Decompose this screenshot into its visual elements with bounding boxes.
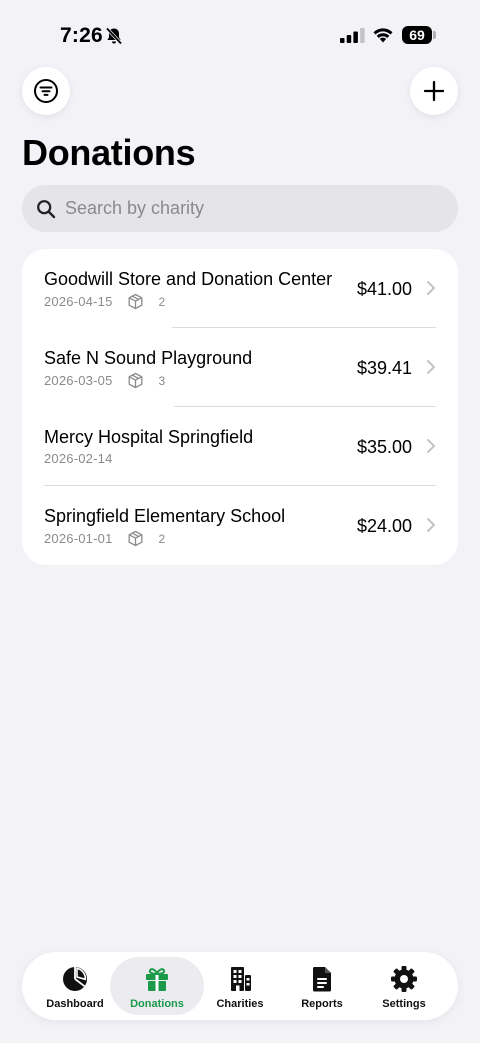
tab-settings[interactable]: Settings [357, 957, 451, 1015]
donation-meta: 2026-01-01 2 [44, 530, 165, 547]
donation-date: 2026-03-05 [44, 373, 113, 388]
bell-slash-icon [105, 27, 123, 45]
box-icon [128, 530, 142, 547]
donation-amount: $39.41 [356, 358, 412, 378]
donation-date: 2026-04-15 [44, 294, 113, 309]
donation-row[interactable]: Safe N Sound Playground 2026-03-05 3 $39… [22, 328, 458, 407]
filter-button[interactable] [22, 67, 70, 115]
tab-donations[interactable]: Donations [110, 957, 204, 1015]
tab-dashboard[interactable]: Dashboard [28, 957, 122, 1015]
battery-nub [433, 31, 436, 39]
donation-amount: $35.00 [356, 437, 412, 457]
box-icon [128, 293, 142, 310]
search-bar[interactable] [22, 185, 458, 232]
donation-row[interactable]: Mercy Hospital Springfield 2026-02-14 $3… [22, 407, 458, 486]
donation-date: 2026-01-01 [44, 531, 113, 546]
page-title: Donations [22, 132, 196, 173]
chevron-right-icon [427, 281, 435, 295]
wifi-icon [373, 28, 393, 43]
item-count: 2 [158, 531, 166, 546]
tab-label: Reports [301, 998, 343, 1010]
charity-name: Springfield Elementary School [44, 506, 286, 526]
tab-reports[interactable]: Reports [275, 957, 369, 1015]
donation-date: 2026-02-14 [44, 451, 113, 466]
donation-amount: $24.00 [356, 516, 412, 536]
donation-meta: 2026-02-14 [44, 451, 113, 466]
battery-level: 69 [409, 27, 425, 43]
donation-amount: $41.00 [356, 279, 412, 299]
donation-row[interactable]: Goodwill Store and Donation Center 2026-… [22, 249, 458, 328]
chevron-right-icon [427, 360, 435, 374]
gear-icon [391, 966, 417, 992]
search-icon [37, 199, 56, 218]
battery-indicator: 69 [402, 26, 432, 44]
box-icon [128, 372, 142, 389]
pie-chart-icon [63, 967, 87, 991]
plus-icon [423, 80, 445, 102]
status-bar: 7:26 69 [0, 0, 480, 70]
donation-meta: 2026-04-15 2 [44, 293, 165, 310]
charity-name: Goodwill Store and Donation Center [44, 269, 333, 289]
donation-row[interactable]: Springfield Elementary School 2026-01-01… [22, 486, 458, 565]
building-icon [231, 967, 251, 991]
donation-meta: 2026-03-05 3 [44, 372, 165, 389]
document-icon [312, 967, 331, 992]
donations-screen: 7:26 69 Donations Search by charity Good… [0, 0, 480, 1043]
chevron-right-icon [427, 439, 435, 453]
tab-label: Dashboard [46, 998, 104, 1010]
tab-label: Charities [216, 998, 264, 1010]
item-count: 3 [158, 373, 166, 388]
charity-name: Safe N Sound Playground [44, 348, 253, 368]
add-donation-button[interactable] [410, 67, 458, 115]
tab-label: Settings [382, 998, 426, 1010]
search-input[interactable] [65, 198, 445, 219]
status-time: 7:26 [60, 24, 103, 47]
cellular-signal-icon [340, 28, 365, 43]
tab-label: Donations [130, 998, 184, 1010]
tab-charities[interactable]: Charities [193, 957, 287, 1015]
item-count: 2 [158, 294, 166, 309]
donations-list: Goodwill Store and Donation Center 2026-… [22, 249, 458, 565]
tab-bar: Dashboard Donations Charities Reports Se… [22, 952, 458, 1020]
charity-name: Mercy Hospital Springfield [44, 427, 254, 447]
chevron-right-icon [427, 518, 435, 532]
filter-icon [34, 79, 58, 103]
gift-icon [146, 968, 168, 991]
